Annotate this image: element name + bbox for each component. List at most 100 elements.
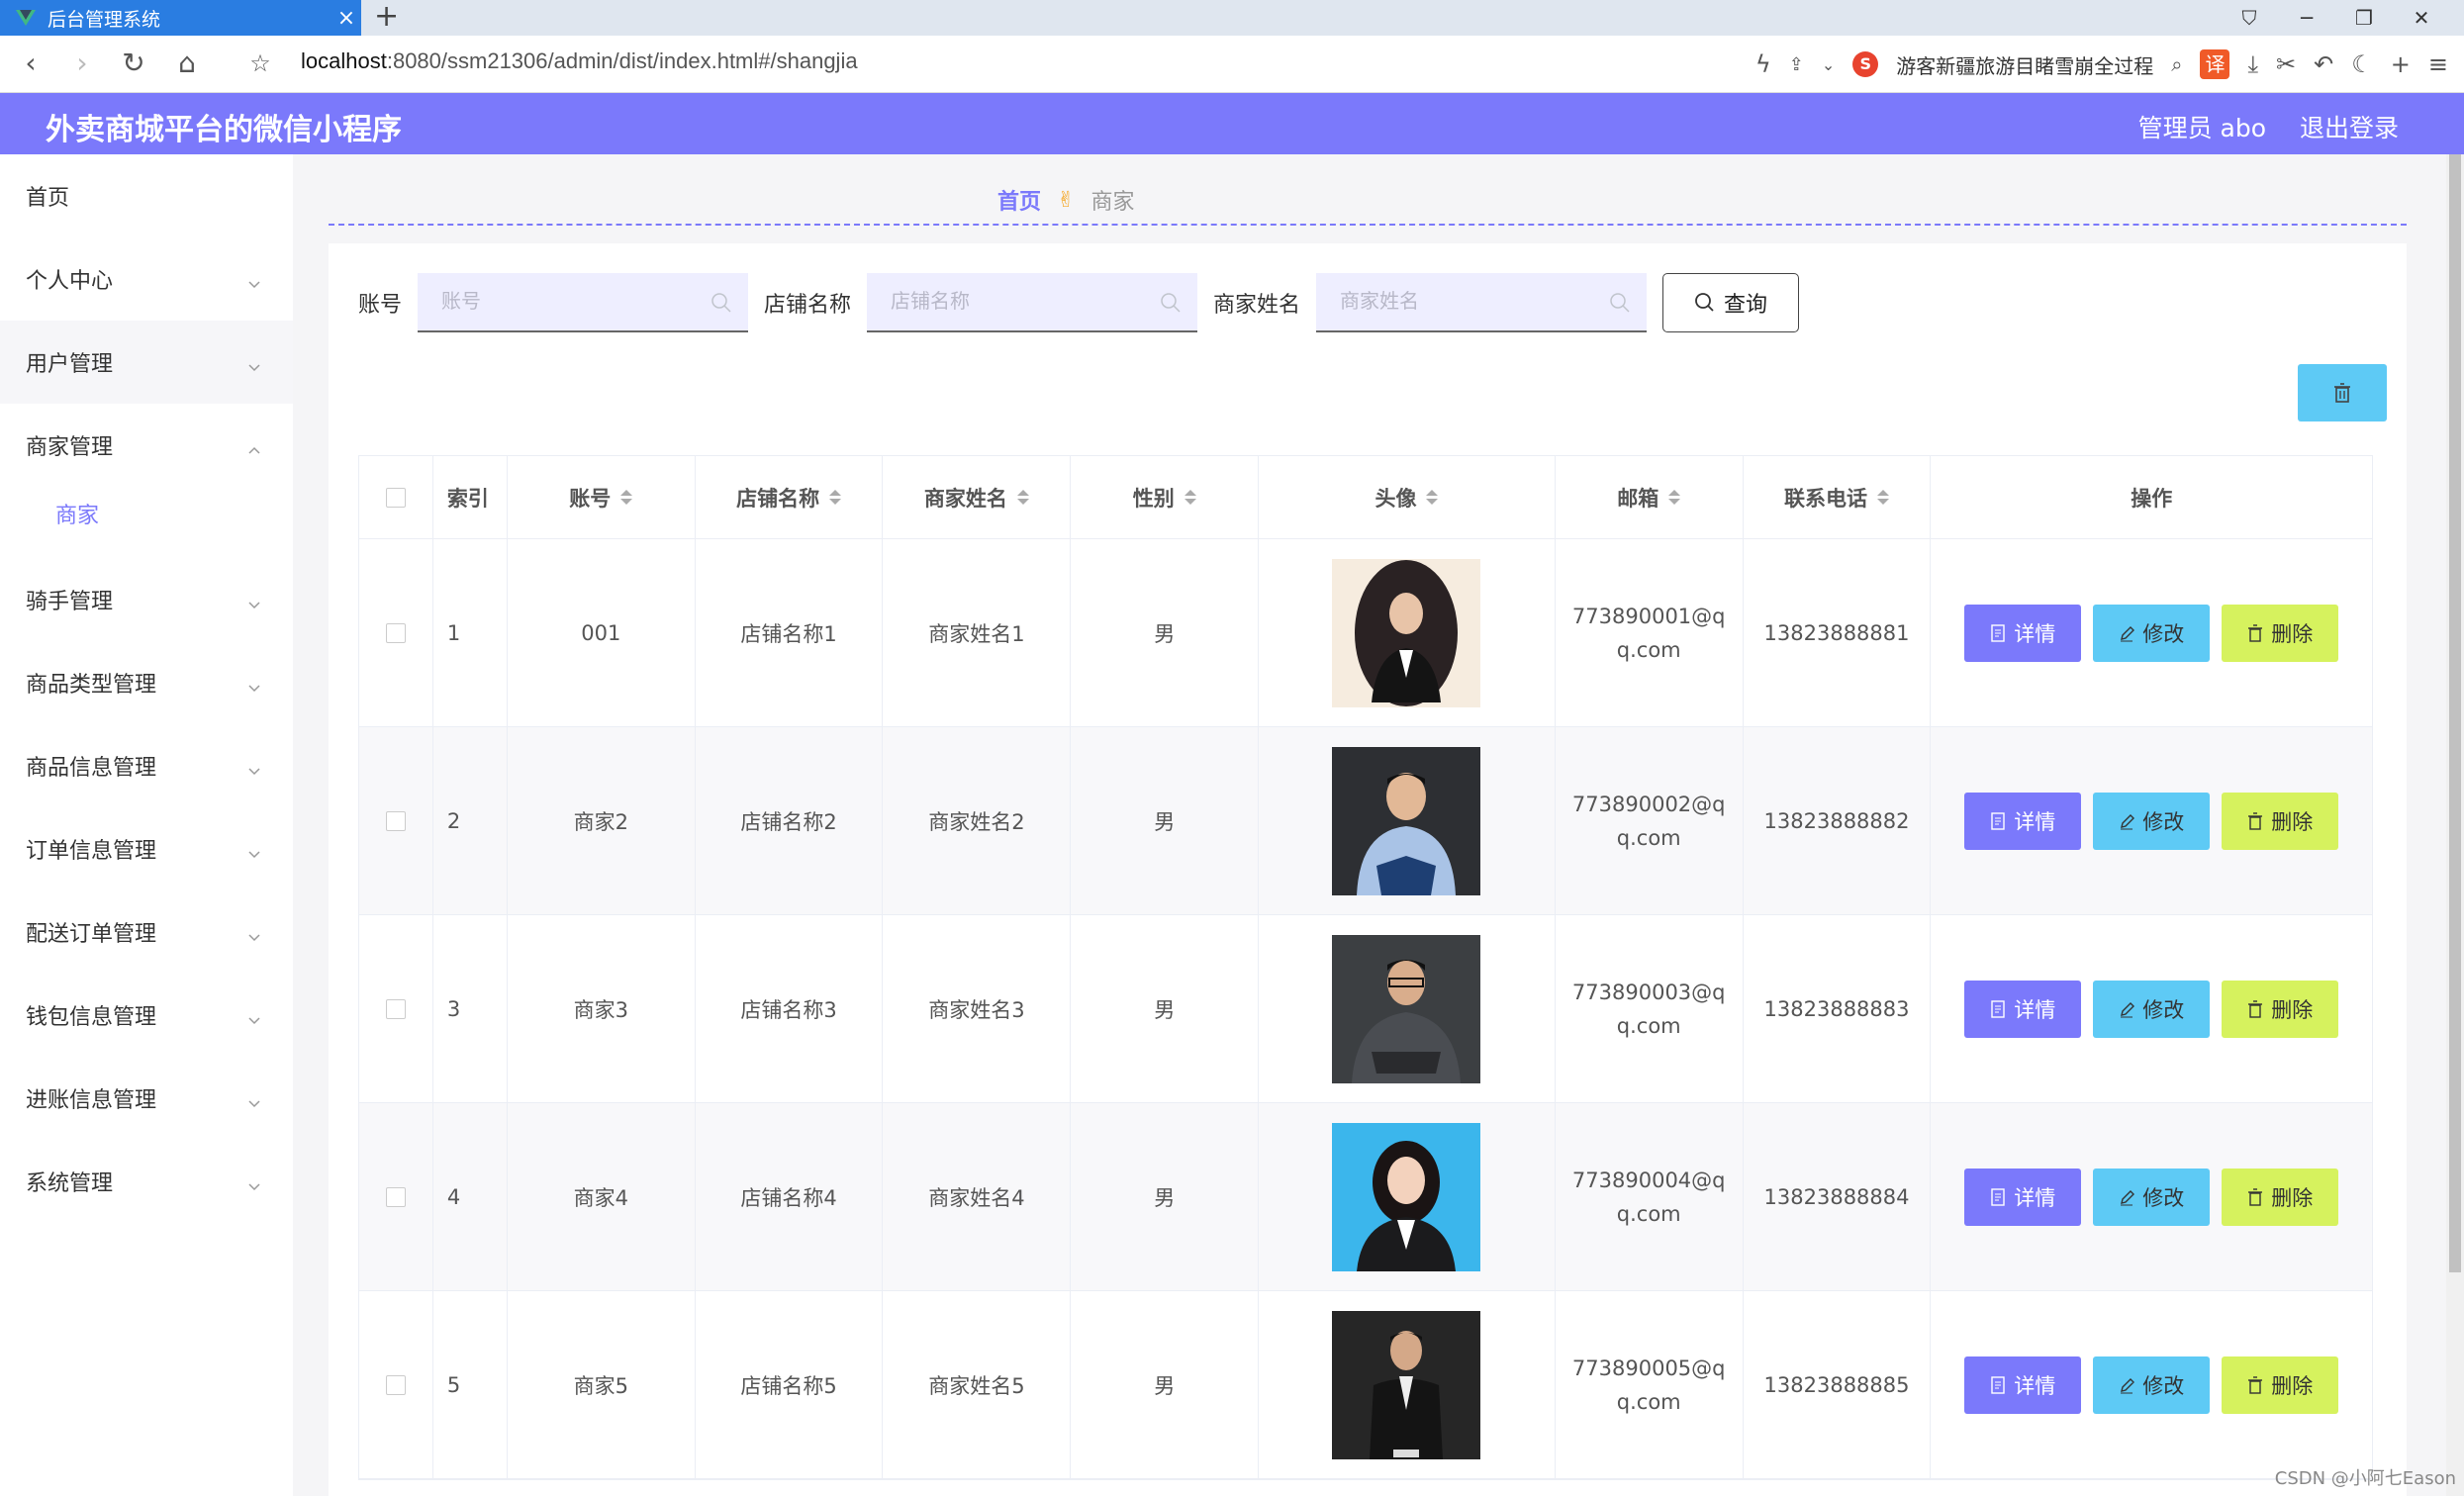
url-field[interactable]: localhost:8080/ssm21306/admin/dist/index… — [301, 48, 858, 74]
edit-button[interactable]: 修改 — [2093, 1356, 2211, 1414]
sort-icon[interactable] — [1184, 490, 1196, 505]
sort-icon[interactable] — [1426, 490, 1439, 505]
sidebar-item-users[interactable]: 用户管理 — [0, 321, 293, 404]
sogou-icon[interactable]: S — [1852, 51, 1879, 77]
sort-icon[interactable] — [1016, 490, 1029, 505]
sidebar-item-orders[interactable]: 订单信息管理 — [0, 807, 293, 890]
sidebar-item-riders[interactable]: 骑手管理 — [0, 558, 293, 641]
new-tab-icon[interactable]: + — [374, 0, 399, 36]
header-phone[interactable]: 联系电话 — [1744, 456, 1932, 538]
table-header: 索引 账号 店铺名称 商家姓名 性别 头像 邮箱 联系电话 操作 — [359, 456, 2372, 539]
chevron-down-icon — [247, 1174, 261, 1191]
sidebar-item-personal[interactable]: 个人中心 — [0, 237, 293, 321]
sort-icon[interactable] — [1877, 490, 1890, 505]
sort-icon[interactable] — [620, 490, 633, 505]
translate-icon[interactable]: 译 — [2200, 49, 2230, 79]
sidebar-item-delivery[interactable]: 配送订单管理 — [0, 890, 293, 974]
share-icon[interactable]: ⇪ — [1789, 54, 1804, 75]
breadcrumb-home[interactable]: 首页 — [997, 184, 1041, 216]
undo-icon[interactable]: ↶ — [2314, 50, 2333, 78]
sort-icon[interactable] — [829, 490, 842, 505]
scrollbar-thumb[interactable] — [2449, 154, 2461, 1272]
search-icon[interactable]: ⌕ — [2171, 52, 2182, 76]
sidebar-subitem-merchant[interactable]: 商家 — [0, 479, 293, 548]
lightning-icon[interactable]: ϟ — [1755, 50, 1771, 78]
detail-button[interactable]: 详情 — [1964, 1356, 2082, 1414]
shirt-icon[interactable]: ⛉ — [2221, 6, 2278, 30]
sort-icon[interactable] — [1668, 490, 1681, 505]
sidebar-item-products[interactable]: 商品信息管理 — [0, 724, 293, 807]
detail-button[interactable]: 详情 — [1964, 604, 2082, 662]
edit-button[interactable]: 修改 — [2093, 792, 2211, 850]
scissors-icon[interactable]: ✂ — [2276, 50, 2296, 78]
edit-button[interactable]: 修改 — [2093, 1168, 2211, 1226]
minimize-icon[interactable]: ─ — [2278, 6, 2335, 30]
header-shop[interactable]: 店铺名称 — [696, 456, 884, 538]
close-window-icon[interactable]: ✕ — [2393, 6, 2450, 30]
delete-button[interactable]: 删除 — [2222, 1356, 2339, 1414]
sidebar-item-income[interactable]: 进账信息管理 — [0, 1057, 293, 1140]
logout-button[interactable]: 退出登录 — [2300, 109, 2399, 144]
row-checkbox[interactable] — [385, 998, 406, 1019]
sidebar-item-merchants[interactable]: 商家管理 — [0, 404, 293, 487]
select-all-checkbox[interactable] — [385, 487, 406, 508]
batch-delete-button[interactable] — [2298, 364, 2387, 421]
header-sex[interactable]: 性别 — [1071, 456, 1260, 538]
trash-icon — [2334, 383, 2350, 403]
header-name[interactable]: 商家姓名 — [883, 456, 1072, 538]
header-index: 索引 — [433, 456, 508, 538]
header-email[interactable]: 邮箱 — [1556, 456, 1744, 538]
header-phone-label: 联系电话 — [1784, 486, 1868, 511]
name-cell: 商家姓名3 — [883, 915, 1072, 1102]
delete-button[interactable]: 删除 — [2222, 1168, 2339, 1226]
sidebar-item-product-types[interactable]: 商品类型管理 — [0, 641, 293, 724]
home-icon[interactable]: ⌂ — [168, 46, 206, 83]
avatar[interactable] — [1332, 1122, 1481, 1271]
index-cell: 1 — [433, 539, 508, 726]
search-icon — [1609, 292, 1631, 314]
browser-tab[interactable]: 后台管理系统 × — [0, 0, 361, 36]
row-checkbox[interactable] — [385, 622, 406, 643]
forward-icon[interactable]: › — [63, 46, 101, 83]
shop-input[interactable] — [867, 273, 1198, 330]
merchant-name-input[interactable] — [1316, 273, 1648, 330]
chevron-down-icon[interactable]: ⌄ — [1822, 55, 1835, 74]
moon-icon[interactable]: ☾ — [2351, 50, 2373, 78]
header-avatar[interactable]: 头像 — [1259, 456, 1556, 538]
star-icon[interactable]: ☆ — [241, 46, 279, 83]
close-tab-icon[interactable]: × — [332, 6, 361, 31]
detail-button[interactable]: 详情 — [1964, 792, 2082, 850]
account-input[interactable] — [418, 273, 749, 330]
detail-button[interactable]: 详情 — [1964, 1168, 2082, 1226]
row-checkbox[interactable] — [385, 810, 406, 831]
delete-button[interactable]: 删除 — [2222, 792, 2339, 850]
detail-button[interactable]: 详情 — [1964, 980, 2082, 1038]
reload-icon[interactable]: ↻ — [115, 46, 152, 83]
email-text: 773890003@qq.com — [1571, 980, 1726, 1038]
plus-icon[interactable]: + — [2391, 50, 2411, 78]
download-icon[interactable]: ⤓ — [2247, 50, 2258, 78]
delete-button[interactable]: 删除 — [2222, 980, 2339, 1038]
phone-cell: 13823888882 — [1744, 727, 1932, 914]
menu-icon[interactable]: ≡ — [2428, 50, 2448, 78]
query-button[interactable]: 查询 — [1662, 273, 1800, 332]
sidebar-item-system[interactable]: 系统管理 — [0, 1140, 293, 1223]
news-text[interactable]: 游客新疆旅游目睹雪崩全过程 — [1896, 50, 2153, 79]
row-checkbox[interactable] — [385, 1186, 406, 1207]
edit-button[interactable]: 修改 — [2093, 980, 2211, 1038]
avatar[interactable] — [1332, 558, 1481, 707]
table-row: 4 商家4 店铺名称4 商家姓名4 男 773890004@qq.com 138… — [359, 1103, 2372, 1291]
sidebar-item-wallet[interactable]: 钱包信息管理 — [0, 974, 293, 1057]
sidebar-item-home[interactable]: 首页 — [0, 154, 293, 237]
admin-name: 管理员 abo — [2137, 114, 2266, 142]
header-account[interactable]: 账号 — [508, 456, 696, 538]
avatar[interactable] — [1332, 934, 1481, 1083]
edit-button[interactable]: 修改 — [2093, 604, 2211, 662]
back-icon[interactable]: ‹ — [12, 46, 49, 83]
restore-icon[interactable]: ❐ — [2335, 6, 2393, 30]
row-checkbox[interactable] — [385, 1374, 406, 1395]
avatar[interactable] — [1332, 746, 1481, 895]
avatar[interactable] — [1332, 1310, 1481, 1459]
page-scrollbar[interactable] — [2446, 154, 2464, 1496]
delete-button[interactable]: 删除 — [2222, 604, 2339, 662]
